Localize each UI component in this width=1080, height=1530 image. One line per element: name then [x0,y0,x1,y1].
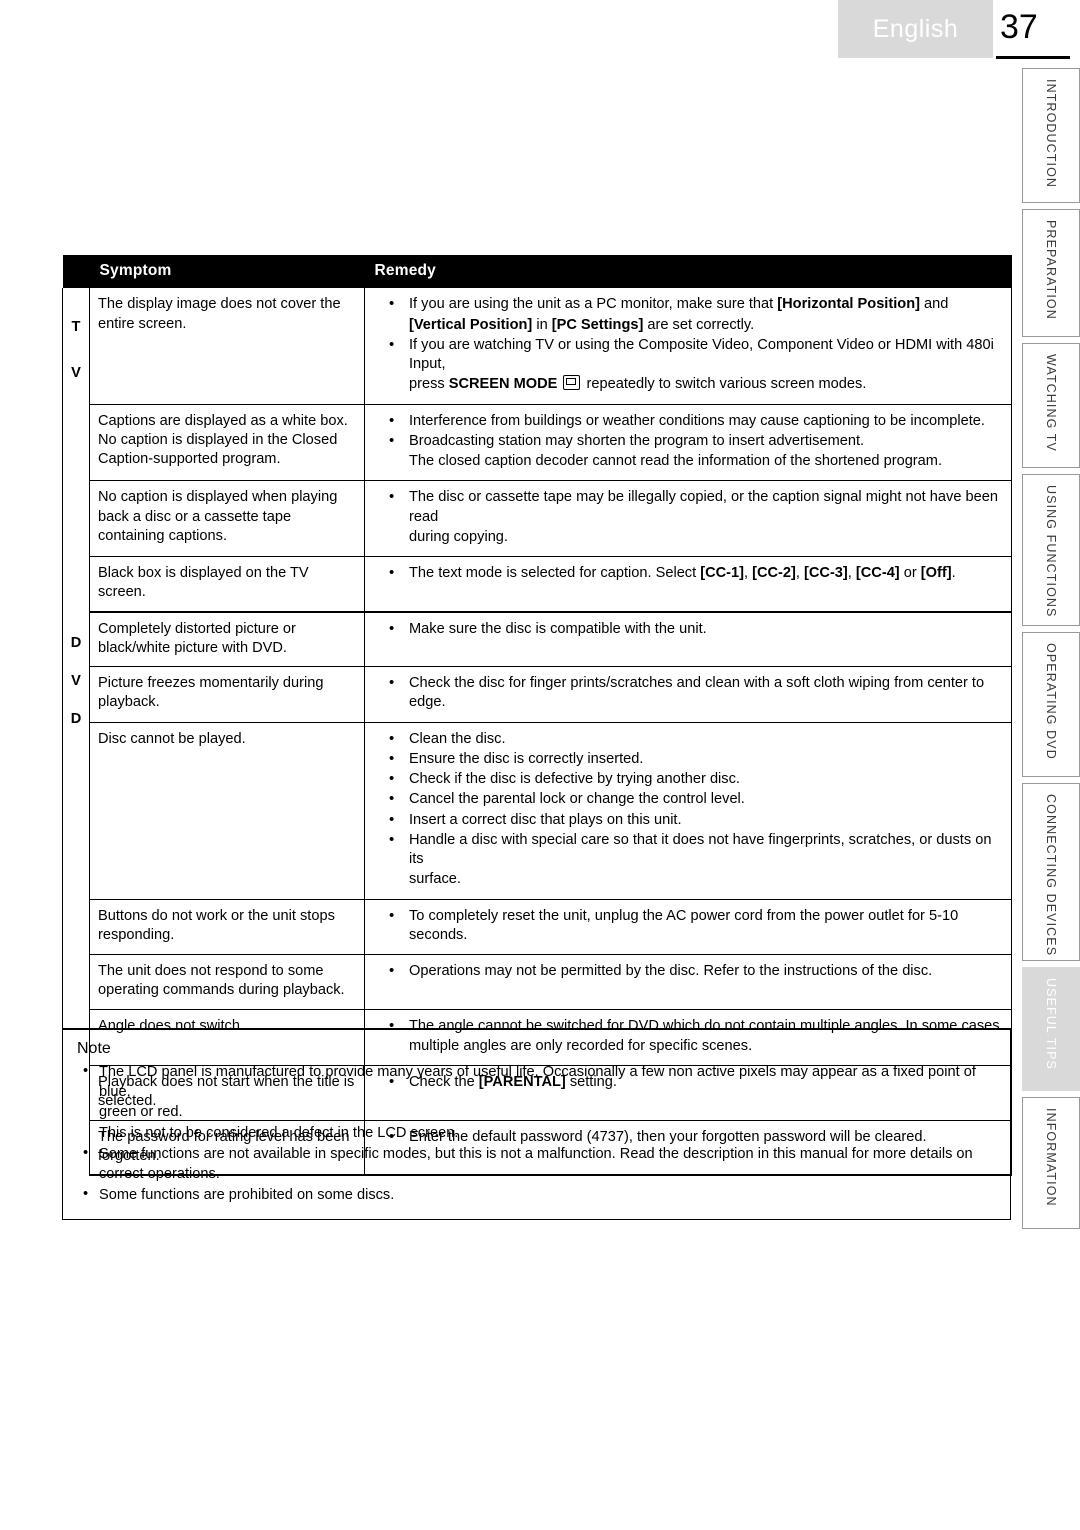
remedy-item: If you are watching TV or using the Comp… [373,335,1003,375]
symptom-cell: Picture freezes momentarily during playb… [89,666,365,723]
remedy-item: Check if the disc is defective by trying… [373,769,1003,789]
table-row: T V The display image does not cover the e… [62,288,1012,612]
remedy-item: Broadcasting station may shorten the pro… [373,431,1003,451]
remedy-item: The closed caption decoder cannot read t… [409,453,942,470]
remedy-cell: Make sure the disc is compatible with th… [364,611,1012,668]
section-tab-information[interactable]: INFORMATION [1022,1097,1080,1229]
remedy-item: Clean the disc. [373,729,1003,749]
page-number: 37 [1000,8,1038,46]
header-symptom: Symptom [89,255,365,289]
section-tab-watching-tv[interactable]: WATCHING TV [1022,343,1080,468]
screen-mode-icon [563,375,581,391]
remedy-item: Cancel the parental lock or change the c… [373,789,1003,809]
section-tab-label: USING FUNCTIONS [1044,485,1058,618]
section-tab-preparation[interactable]: PREPARATION [1022,209,1080,337]
row-group-label: TV [62,288,90,612]
table-row: Buttons do not work or the unit stops re… [63,899,1012,956]
remedy-item: Ensure the disc is correctly inserted. [373,749,1003,769]
section-tab-useful-tips[interactable]: USEFUL TIPS [1022,967,1080,1091]
remedy-item: [Vertical Position] in [PC Settings] are… [409,316,755,333]
note-box: Note The LCD panel is manufactured to pr… [62,1028,1011,1220]
section-tab-label: CONNECTING DEVICES [1044,794,1058,957]
remedy-item: press SCREEN MODE repeatedly to switch v… [409,375,867,393]
remedy-cell: If you are using the unit as a PC monito… [364,288,1012,405]
symptom-cell: Captions are displayed as a white box. N… [89,404,365,482]
note-item: green or red. [99,1104,183,1121]
section-tabs: INTRODUCTION PREPARATION WATCHING TV USING … [1022,68,1080,1235]
table-row: D V D Completely distorted picture or black… [62,611,1012,1176]
section-tab-using-functions[interactable]: USING FUNCTIONS [1022,474,1080,626]
symptom-cell: Black box is displayed on the TV screen. [89,556,365,613]
note-item: Some functions are not available in spec… [77,1144,998,1165]
section-tab-label: INTRODUCTION [1044,79,1058,189]
remedy-cell: Interference from buildings or weather c… [364,404,1012,482]
remedy-item: If you are using the unit as a PC monito… [373,294,1003,314]
table-row: Black box is displayed on the TV screen.… [63,556,1012,613]
note-title: Note [77,1040,111,1057]
remedy-cell: The disc or cassette tape may be illegal… [364,480,1012,558]
section-tab-label: PREPARATION [1044,220,1058,320]
section-tab-label: USEFUL TIPS [1044,978,1058,1070]
remedy-item: Interference from buildings or weather c… [373,411,1003,431]
remedy-cell: The text mode is selected for caption. S… [364,556,1012,613]
symptom-cell: The unit does not respond to some operat… [89,954,365,1010]
remedy-item: Insert a correct disc that plays on this… [373,810,1003,830]
note-item: This is not to be considered a defect in… [99,1125,459,1142]
section-tab-label: WATCHING TV [1044,354,1058,452]
remedy-item: surface. [409,871,461,888]
section-tab-operating-dvd[interactable]: OPERATING DVD [1022,632,1080,777]
remedy-item: The text mode is selected for caption. S… [373,563,1003,583]
group-letter: V [71,365,81,382]
remedy-item: Check the disc for finger prints/scratch… [373,673,1003,713]
header-remedy: Remedy [364,255,1012,289]
remedy-item: Operations may not be permitted by the d… [373,961,1003,981]
symptom-cell: Buttons do not work or the unit stops re… [89,899,365,956]
symptom-cell: The display image does not cover the ent… [89,288,365,405]
remedy-item: Make sure the disc is compatible with th… [373,619,1003,639]
language-label: English [872,14,959,43]
remedy-item: Handle a disc with special care so that … [373,830,1003,870]
table-row: Picture freezes momentarily during playb… [63,666,1012,723]
table-header-row: Symptom Remedy [62,255,1012,289]
group-letter: D [70,710,82,727]
remedy-cell: Operations may not be permitted by the d… [364,954,1012,1010]
remedy-cell: Clean the disc.Ensure the disc is correc… [364,722,1012,900]
page-number-rule [996,56,1070,59]
section-tab-label: OPERATING DVD [1044,643,1058,760]
remedy-cell: Check the disc for finger prints/scratch… [364,666,1012,723]
note-item: Some functions are prohibited on some di… [77,1185,998,1206]
symptom-cell: No caption is displayed when playing bac… [89,480,365,558]
symptom-cell: Disc cannot be played. [89,722,365,900]
note-item-list: The LCD panel is manufactured to provide… [77,1062,998,1206]
remedy-item: during copying. [409,528,508,545]
group-letter: D [70,634,82,651]
section-tab-introduction[interactable]: INTRODUCTION [1022,68,1080,203]
table-row: Captions are displayed as a white box. N… [63,404,1012,482]
section-tab-connecting-devices[interactable]: CONNECTING DEVICES [1022,783,1080,961]
header-blank [62,255,90,289]
table-row: The unit does not respond to some operat… [63,954,1012,1010]
symptom-cell: Completely distorted picture or black/wh… [89,611,365,668]
group-letter: T [71,319,81,336]
note-item: The LCD panel is manufactured to provide… [77,1062,998,1102]
note-item: correct operations. [99,1166,220,1183]
remedy-cell: To completely reset the unit, unplug the… [364,899,1012,956]
section-tab-label: INFORMATION [1044,1108,1058,1207]
table-row: No caption is displayed when playing bac… [63,480,1012,558]
table-row: Disc cannot be played.Clean the disc.Ens… [63,722,1012,900]
group-letter: V [71,672,81,689]
remedy-item: The disc or cassette tape may be illegal… [373,487,1003,527]
remedy-item: To completely reset the unit, unplug the… [373,906,1003,946]
